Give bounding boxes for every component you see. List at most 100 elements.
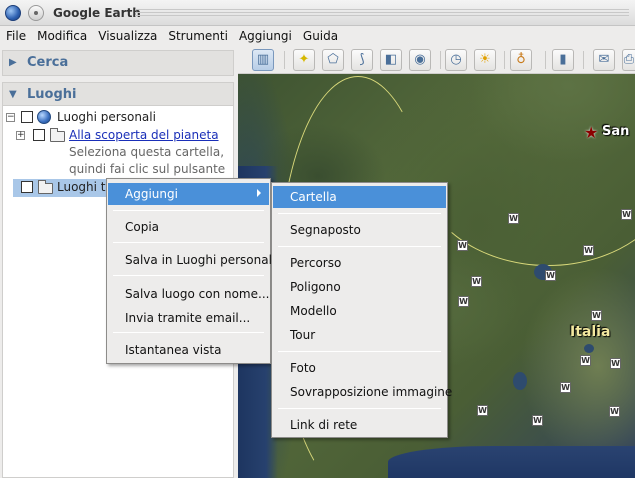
historical-imagery-button[interactable]: ◷ [445,49,467,71]
menu-visualizza[interactable]: Visualizza [92,26,162,46]
title-bar-grip [135,9,629,18]
submenu-item-poligono[interactable]: Poligono [273,276,446,298]
record-tour-button[interactable]: ◉ [409,49,431,71]
folder-icon [50,128,65,142]
border-line [418,66,635,266]
menu-item-copia[interactable]: Copia [108,216,269,238]
wikipedia-icon[interactable]: W [508,213,519,224]
submenu-item-link-di-rete[interactable]: Link di rete [273,414,446,436]
add-submenu: Cartella Segnaposto Percorso Poligono Mo… [271,182,452,438]
tree-item-luoghi-temporanei[interactable]: Luoghi te [3,179,113,196]
menu-separator [278,351,441,352]
wikipedia-icon[interactable]: W [560,382,571,393]
wikipedia-icon[interactable]: W [583,245,594,256]
menu-separator [278,246,441,247]
wikipedia-icon[interactable]: W [610,358,621,369]
map-label-country[interactable]: Italia [570,324,610,340]
sunlight-button[interactable]: ☀ [474,49,496,71]
polygon-icon: ⬠ [327,52,339,67]
submenu-item-segnaposto[interactable]: Segnaposto [273,219,446,241]
add-path-button[interactable]: ⟆ [351,49,373,71]
add-placemark-button[interactable]: ✦ [293,49,315,71]
search-panel-title: Cerca [27,55,69,70]
menu-modifica[interactable]: Modifica [31,26,92,46]
menu-file[interactable]: File [0,26,31,46]
image-overlay-icon: ◧ [384,52,398,67]
sidebar-toggle-button[interactable]: ▥ [252,49,274,71]
submenu-item-tour[interactable]: Tour [273,324,446,346]
capital-star-icon[interactable]: ★ [584,125,598,141]
checkbox[interactable] [21,111,33,123]
ruler-button[interactable]: ▮ [552,49,574,71]
tree-item-luoghi-personali[interactable]: − Luoghi personali [3,109,233,126]
toolbar-separator [583,51,584,69]
add-image-overlay-button[interactable]: ◧ [380,49,402,71]
print-button[interactable]: ⎙ [622,49,635,71]
menu-item-label: Aggiungi [125,187,178,201]
menu-separator [113,275,264,276]
submenu-item-percorso[interactable]: Percorso [273,252,446,274]
tree-item-description: Seleziona questa cartella, [69,145,225,159]
checkbox[interactable] [33,129,45,141]
submenu-item-foto[interactable]: Foto [273,357,446,379]
menu-separator [113,210,264,211]
print-icon: ⎙ [623,52,635,67]
submenu-arrow-icon [257,189,261,197]
wikipedia-icon[interactable]: W [457,240,468,251]
toolbar-separator [440,51,441,69]
window-title: Google Earth [53,6,141,20]
tree-item-label: Luoghi te [57,180,113,194]
path-icon: ⟆ [359,52,365,67]
menu-item-invia-email[interactable]: Invia tramite email... [108,307,269,329]
context-menu: Aggiungi Copia Salva in Luoghi personali… [106,178,275,364]
sidebar-toggle-icon: ▥ [256,52,270,67]
historical-imagery-icon: ◷ [450,52,462,67]
record-tour-icon: ◉ [414,52,426,67]
submenu-item-modello[interactable]: Modello [273,300,446,322]
menu-separator [278,213,441,214]
menu-item-aggiungi[interactable]: Aggiungi [108,183,269,205]
tree-item-link[interactable]: Alla scoperta del pianeta [69,128,219,142]
email-button[interactable]: ✉ [593,49,615,71]
wikipedia-icon[interactable]: W [545,270,556,281]
map-label-city[interactable]: San [602,124,629,139]
map-toolbar: ▥ ✦ ⬠ ⟆ ◧ ◉ ◷ ☀ ♁ ▮ ✉ ⎙ [238,46,635,74]
menu-strumenti[interactable]: Strumenti [162,26,233,46]
switch-planet-button[interactable]: ♁ [510,49,532,71]
lake [584,344,594,353]
wikipedia-icon[interactable]: W [580,355,591,366]
menu-guida[interactable]: Guida [297,26,343,46]
submenu-item-cartella[interactable]: Cartella [273,186,446,208]
places-panel-title: Luoghi [27,87,77,102]
submenu-item-sovrapposizione[interactable]: Sovrapposizione immagine [273,381,452,403]
tree-item-description: quindi fai clic sul pulsante [69,162,226,176]
wikipedia-icon[interactable]: W [532,415,543,426]
add-polygon-button[interactable]: ⬠ [322,49,344,71]
wikipedia-icon[interactable]: W [477,405,488,416]
email-icon: ✉ [598,52,610,67]
wikipedia-icon[interactable]: W [458,296,469,307]
wikipedia-icon[interactable]: W [471,276,482,287]
title-bar: Google Earth [0,0,635,26]
search-panel-header[interactable]: ▶ Cerca [2,50,234,76]
planet-icon: ♁ [516,52,526,67]
wikipedia-icon[interactable]: W [609,406,620,417]
window-menu-icon[interactable] [28,5,44,21]
collapse-minus-icon[interactable]: − [6,113,15,122]
collapse-down-icon: ▼ [9,89,17,100]
menu-item-istantanea[interactable]: Istantanea vista [108,339,269,361]
menu-item-salva-in-luoghi[interactable]: Salva in Luoghi personali [108,249,275,271]
wikipedia-icon[interactable]: W [621,209,632,220]
checkbox[interactable] [21,181,33,193]
toolbar-separator [284,51,285,69]
menu-bar: File Modifica Visualizza Strumenti Aggiu… [0,26,635,46]
folder-icon [38,180,53,194]
wikipedia-icon[interactable]: W [591,310,602,321]
menu-aggiungi[interactable]: Aggiungi [233,26,297,46]
sunlight-icon: ☀ [479,52,491,67]
toolbar-separator [504,51,505,69]
menu-item-salva-con-nome[interactable]: Salva luogo con nome... [108,283,269,305]
lake [513,372,527,390]
tree-item-alla-scoperta[interactable]: + Alla scoperta del pianeta [3,127,233,144]
expand-plus-icon[interactable]: + [16,131,25,140]
